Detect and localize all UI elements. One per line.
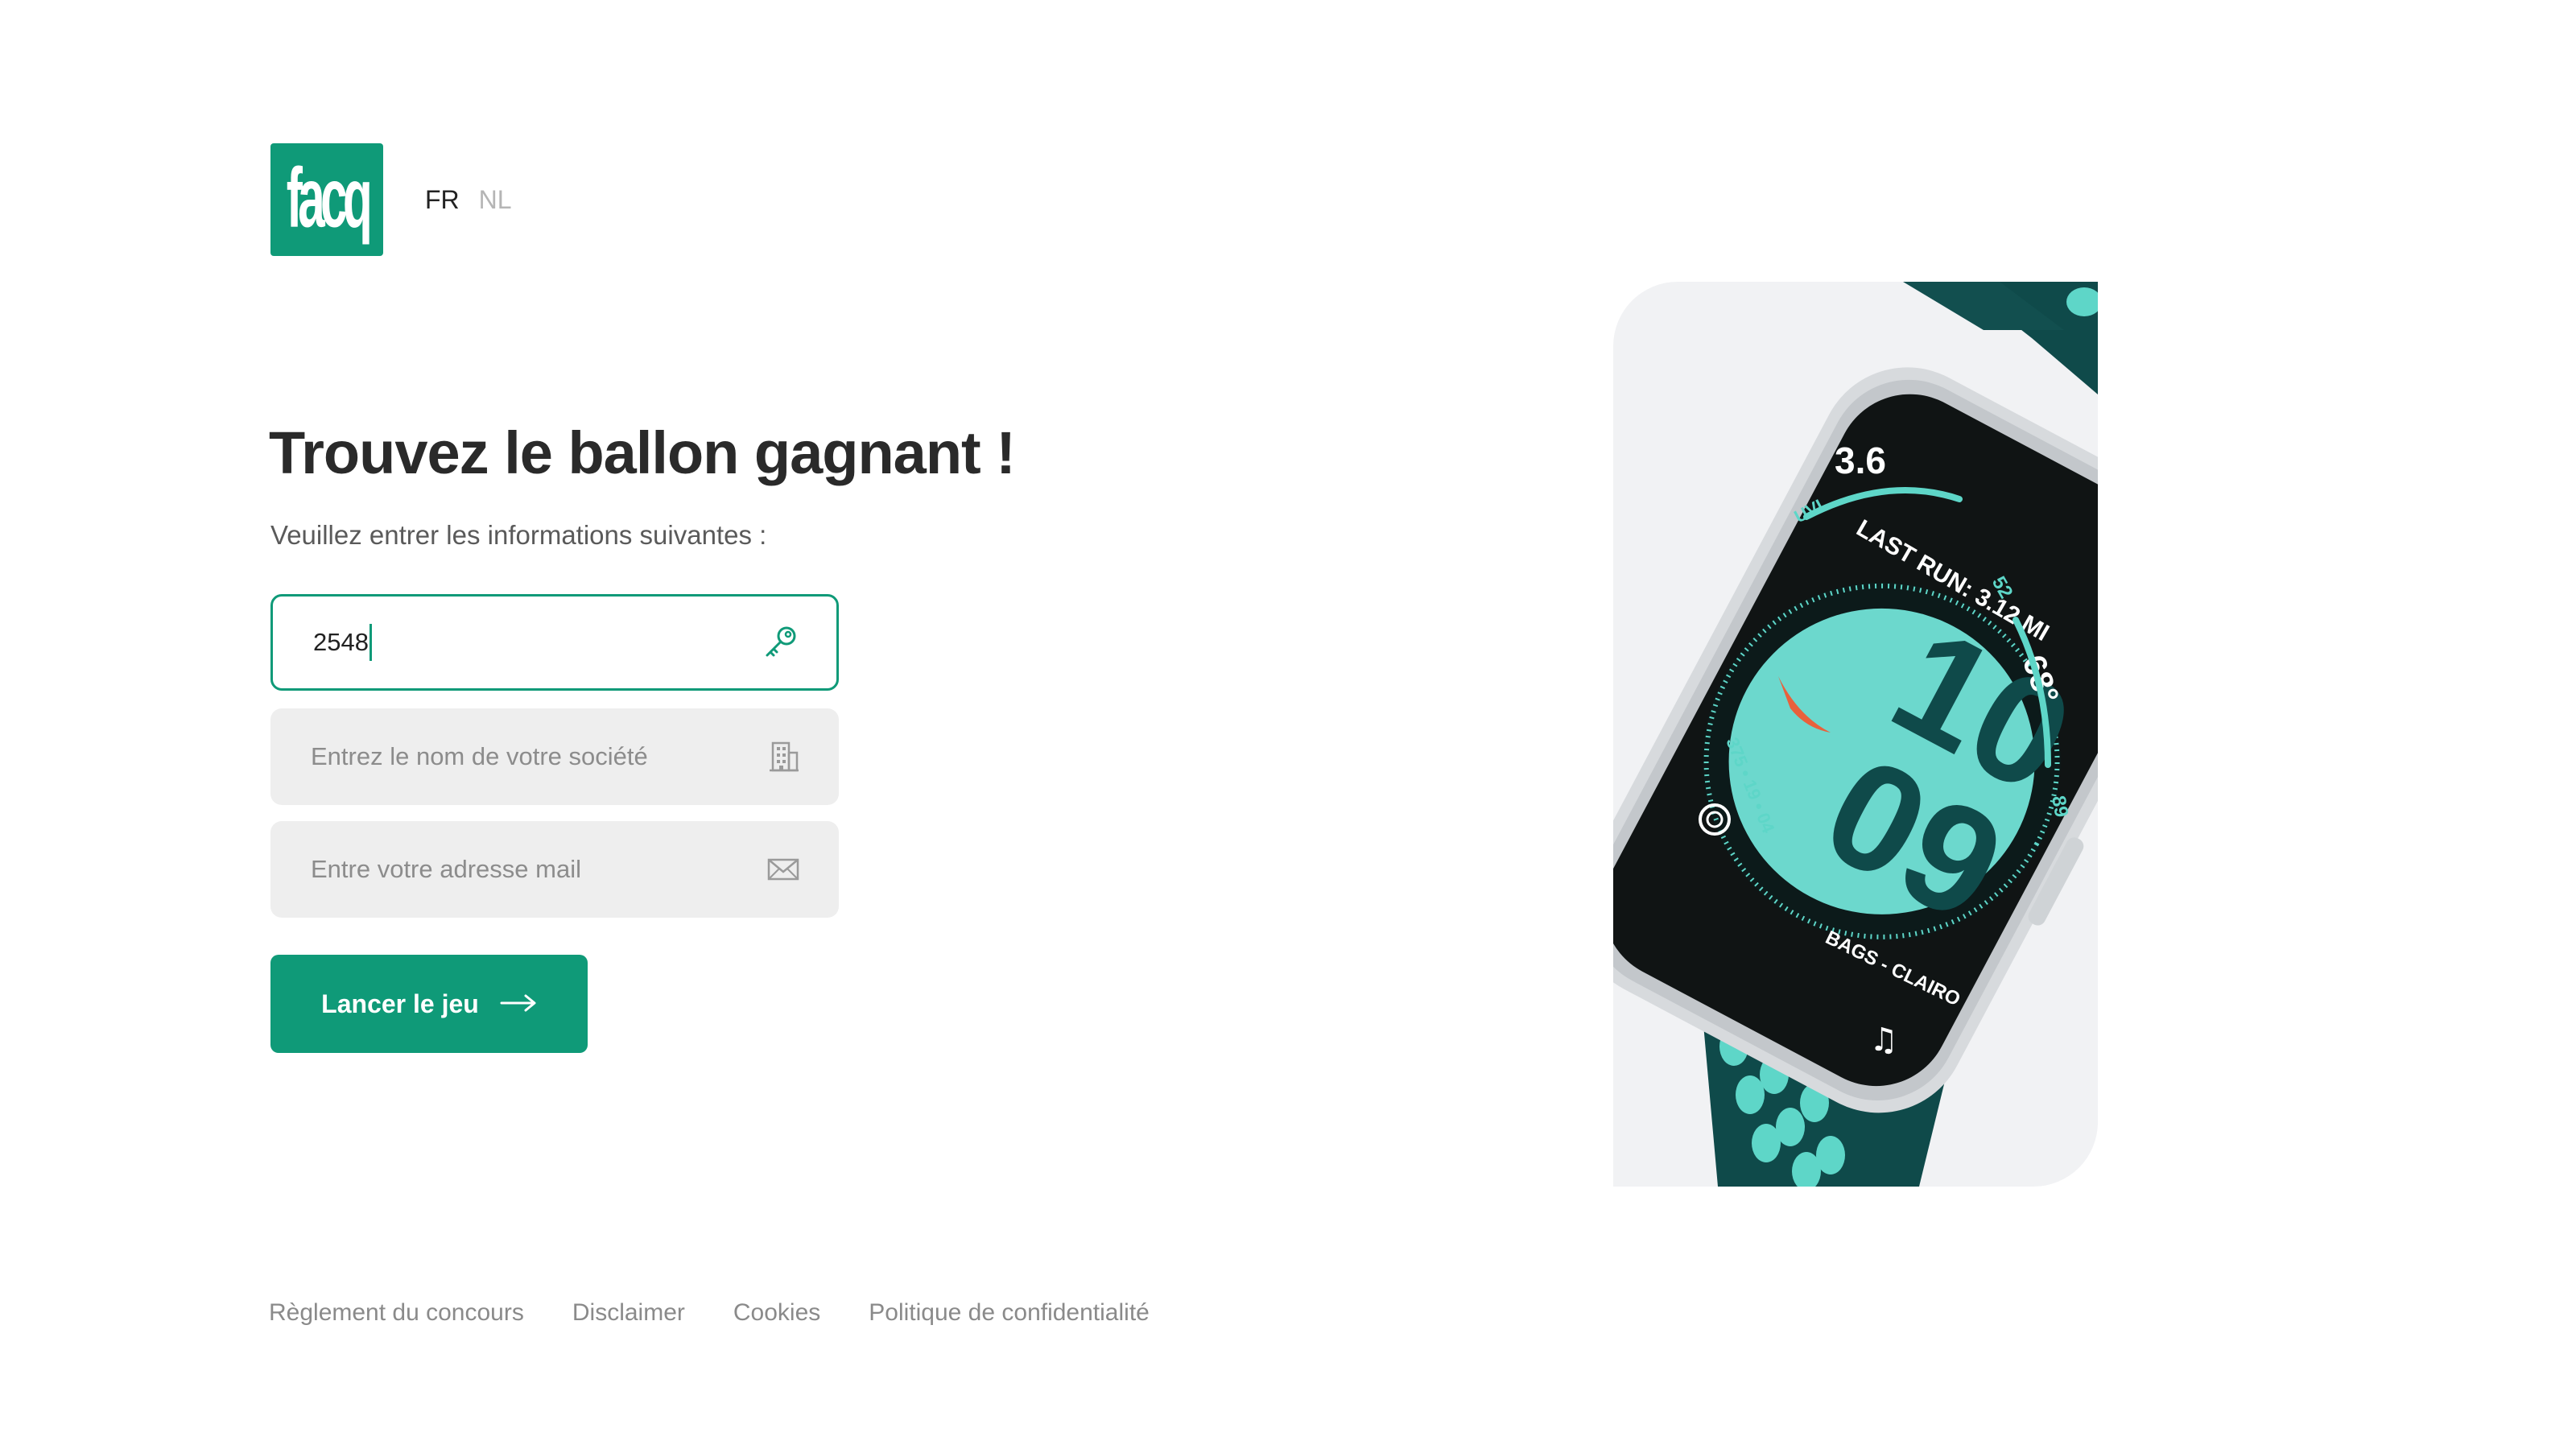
footer-links: Règlement du concours Disclaimer Cookies…	[269, 1299, 1150, 1327]
watch-temp-high: 89	[2047, 794, 2072, 819]
page-subtitle: Veuillez entrer les informations suivant…	[270, 520, 767, 550]
watch-top-value: 3.6	[1835, 440, 1886, 481]
building-icon	[765, 738, 802, 775]
product-image-panel: 10 09 3.6 UVI LAST RUN: 3.12 MI 68° 52 8…	[1613, 282, 2098, 1187]
email-field[interactable]	[270, 821, 839, 918]
page-title: Trouvez le ballon gagnant !	[269, 419, 1016, 486]
language-nl[interactable]: NL	[479, 185, 512, 215]
facq-logo[interactable]: facq	[270, 143, 383, 256]
footer-link-privacy[interactable]: Politique de confidentialité	[869, 1299, 1150, 1327]
launch-game-label: Lancer le jeu	[321, 989, 479, 1018]
email-input[interactable]	[311, 855, 765, 884]
language-fr[interactable]: FR	[425, 185, 460, 215]
arrow-right-icon	[500, 989, 537, 1019]
mail-icon	[765, 851, 802, 888]
smartwatch-illustration: 10 09 3.6 UVI LAST RUN: 3.12 MI 68° 52 8…	[1613, 282, 2098, 1187]
company-input[interactable]	[311, 742, 765, 771]
code-input[interactable]	[313, 628, 371, 657]
footer-link-disclaimer[interactable]: Disclaimer	[572, 1299, 685, 1327]
text-caret	[369, 624, 372, 661]
launch-game-button[interactable]: Lancer le jeu	[270, 955, 588, 1053]
code-field[interactable]	[270, 594, 839, 691]
footer-link-rules[interactable]: Règlement du concours	[269, 1299, 524, 1327]
logo-text: facq	[286, 150, 372, 245]
key-icon	[762, 624, 799, 661]
language-switcher: FR NL	[425, 185, 512, 215]
company-field[interactable]	[270, 708, 839, 805]
footer-link-cookies[interactable]: Cookies	[733, 1299, 820, 1327]
music-note-icon: ♫	[1869, 1022, 1898, 1059]
